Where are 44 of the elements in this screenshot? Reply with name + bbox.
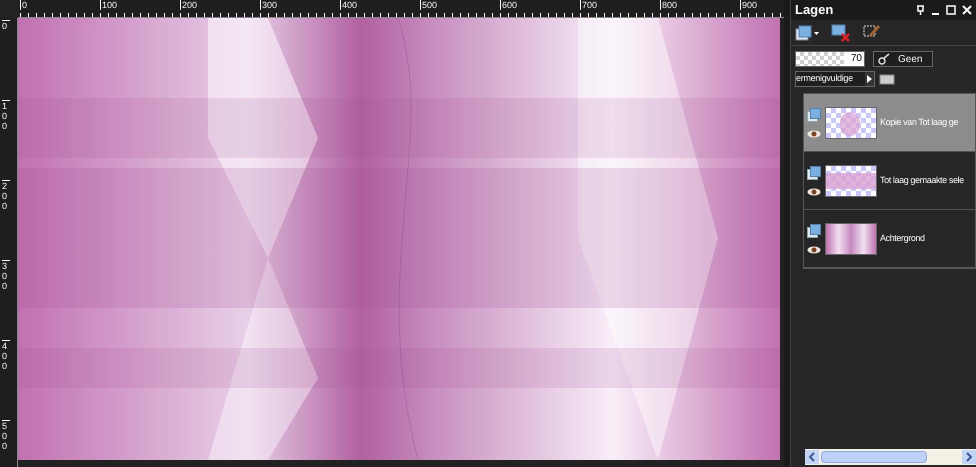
eye-icon[interactable] — [807, 188, 821, 196]
layer-type-icon — [807, 166, 821, 180]
ruler-label: 800 — [660, 0, 678, 10]
delete-layer-icon[interactable] — [831, 24, 851, 42]
close-icon[interactable] — [962, 5, 972, 15]
panel-title: Lagen — [795, 1, 834, 20]
maximize-icon[interactable] — [946, 5, 956, 15]
ruler-label: 300 — [260, 0, 278, 10]
ruler-label: 600 — [500, 0, 518, 10]
blend-mode-dropdown[interactable]: ermenigvuldige — [795, 71, 875, 87]
eye-icon[interactable] — [807, 130, 821, 138]
dropdown-arrow-icon — [865, 72, 874, 86]
ruler-label: 200 — [180, 0, 198, 10]
ruler-label: 400 — [2, 340, 10, 371]
ruler-label: 700 — [580, 0, 598, 10]
horizontal-scrollbar[interactable] — [805, 449, 976, 465]
ruler-label: 500 — [2, 420, 10, 451]
link-icon — [878, 53, 890, 65]
mask-button[interactable]: Geen — [873, 51, 933, 67]
eye-icon[interactable] — [807, 246, 821, 254]
layer-thumbnail — [825, 222, 877, 254]
opacity-slider[interactable]: 70 — [795, 51, 865, 67]
scroll-left-icon — [805, 450, 819, 464]
ruler-label: 0 — [2, 20, 10, 31]
scroll-right-icon — [962, 450, 976, 464]
ruler-label: 400 — [340, 0, 358, 10]
ruler-label: 0 — [20, 0, 28, 10]
ruler-label: 100 — [100, 0, 118, 10]
ruler-label: 900 — [740, 0, 758, 10]
layer-thumbnail — [825, 106, 877, 138]
layer-thumbnail — [825, 164, 877, 196]
layer-name: Tot laag gemaakte sele — [880, 174, 964, 187]
opacity-value: 70 — [850, 52, 862, 66]
ruler-label: 300 — [2, 260, 10, 291]
layer-name: Kopie van Tot laag ge — [880, 116, 958, 129]
layer-name: Achtergrond — [880, 232, 925, 245]
ruler-label: 200 — [2, 180, 10, 211]
new-layer-icon[interactable] — [795, 24, 819, 40]
scroll-thumb[interactable] — [821, 451, 927, 463]
layer-type-icon — [807, 108, 821, 122]
pin-icon[interactable] — [916, 5, 925, 15]
layer-type-icon — [807, 224, 821, 238]
ruler-label: 100 — [2, 100, 10, 131]
ruler-label: 500 — [420, 0, 438, 10]
